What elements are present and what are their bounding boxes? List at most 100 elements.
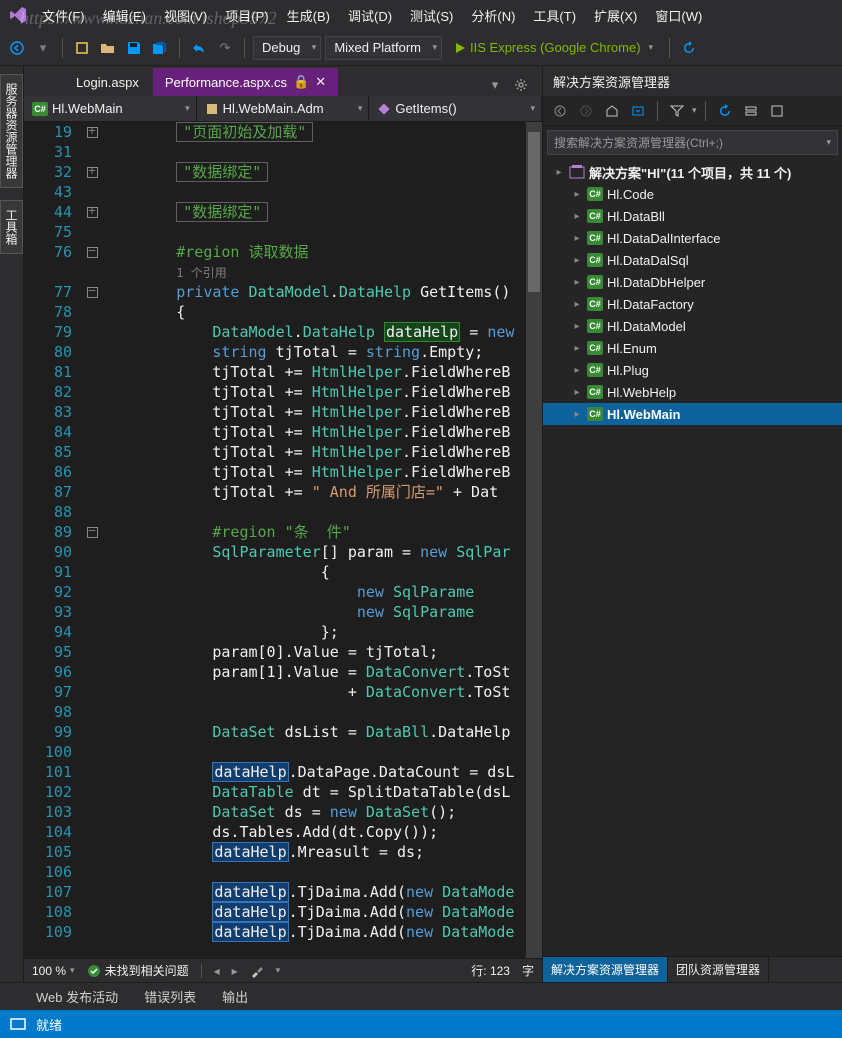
expander-icon[interactable]: ▸ <box>571 276 583 288</box>
solution-tree[interactable]: ▸ 解决方案"Hl"(11 个项目，共 11 个) ▸C#Hl.Code▸C#H… <box>543 159 842 956</box>
menu-view[interactable]: 视图(V) <box>156 2 215 29</box>
tab-performance-cs[interactable]: Performance.aspx.cs 🔒 ✕ <box>153 68 338 96</box>
nav-back-button[interactable] <box>6 37 28 59</box>
nav-class-selector[interactable]: Hl.WebMain.Adm <box>197 96 370 121</box>
save-button[interactable] <box>123 37 145 59</box>
close-tab-icon[interactable]: ✕ <box>315 74 326 90</box>
expander-icon[interactable]: ▸ <box>571 210 583 222</box>
brush-icon[interactable] <box>250 964 264 978</box>
nav-forward-button[interactable]: ▾ <box>32 37 54 59</box>
expander-icon[interactable]: ▸ <box>571 232 583 244</box>
project-node-hl-datadalinterface[interactable]: ▸C#Hl.DataDalInterface <box>543 227 842 249</box>
project-node-hl-code[interactable]: ▸C#Hl.Code <box>543 183 842 205</box>
tab-settings-button[interactable] <box>510 74 532 96</box>
expander-icon[interactable]: ▸ <box>571 364 583 376</box>
save-all-button[interactable] <box>149 37 171 59</box>
project-node-hl-plug[interactable]: ▸C#Hl.Plug <box>543 359 842 381</box>
project-label: Hl.DataDalSql <box>607 253 689 268</box>
project-node-hl-databll[interactable]: ▸C#Hl.DataBll <box>543 205 842 227</box>
nav-member-selector[interactable]: GetItems() <box>369 96 542 121</box>
tab-dropdown-button[interactable]: ▾ <box>484 74 506 96</box>
expander-icon[interactable]: ▸ <box>553 166 565 178</box>
code-content[interactable]: "页面初始及加载" "数据绑定" "数据绑定" #region 读取数据 1 个… <box>104 122 526 958</box>
csharp-project-icon: C# <box>587 209 603 223</box>
menu-tools[interactable]: 工具(T) <box>525 2 584 29</box>
config-selector[interactable]: Debug <box>253 36 321 60</box>
web-publish-tab[interactable]: Web 发布活动 <box>30 983 124 1010</box>
line-indicator[interactable]: 行: 123 <box>471 962 510 979</box>
menu-analyze[interactable]: 分析(N) <box>463 2 523 29</box>
platform-selector[interactable]: Mixed Platform <box>325 36 442 60</box>
menu-debug[interactable]: 调试(D) <box>340 2 400 29</box>
menu-build[interactable]: 生成(B) <box>279 2 338 29</box>
new-button[interactable] <box>71 37 93 59</box>
csharp-project-icon: C# <box>587 319 603 333</box>
menu-file[interactable]: 文件(F) <box>34 2 93 29</box>
nav-project-selector[interactable]: C# Hl.WebMain <box>24 96 197 121</box>
open-button[interactable] <box>97 37 119 59</box>
solution-search-input[interactable]: 搜索解决方案资源管理器(Ctrl+;) ▾ <box>547 130 838 155</box>
se-refresh-button[interactable] <box>714 100 736 122</box>
zoom-selector[interactable]: 100 %▾ <box>32 964 75 978</box>
issues-indicator[interactable]: 未找到相关问题 <box>87 962 189 979</box>
menu-project[interactable]: 项目(P) <box>217 2 276 29</box>
run-button[interactable]: IIS Express (Google Chrome) ▾ <box>446 37 661 59</box>
solution-root-node[interactable]: ▸ 解决方案"Hl"(11 个项目，共 11 个) <box>543 161 842 183</box>
expander-icon[interactable]: ▸ <box>571 386 583 398</box>
project-node-hl-datadbhelper[interactable]: ▸C#Hl.DataDbHelper <box>543 271 842 293</box>
main-toolbar: ▾ ↷ Debug Mixed Platform IIS Express (Go… <box>0 30 842 66</box>
code-editor[interactable]: 1931324344757677787980818283848586878889… <box>24 122 542 958</box>
menu-extensions[interactable]: 扩展(X) <box>586 2 645 29</box>
menu-bar: 文件(F) 编辑(E) 视图(V) 项目(P) 生成(B) 调试(D) 测试(S… <box>0 0 842 30</box>
fold-toggle[interactable]: ＋ <box>87 207 98 218</box>
se-forward-button[interactable] <box>575 100 597 122</box>
redo-button[interactable]: ↷ <box>214 37 236 59</box>
search-dropdown-icon[interactable]: ▾ <box>826 137 831 148</box>
se-sync-button[interactable] <box>627 100 649 122</box>
se-showall-button[interactable] <box>766 100 788 122</box>
se-home-button[interactable] <box>601 100 623 122</box>
expander-icon[interactable]: ▸ <box>571 298 583 310</box>
project-node-hl-webhelp[interactable]: ▸C#Hl.WebHelp <box>543 381 842 403</box>
expander-icon[interactable]: ▸ <box>571 408 583 420</box>
project-label: Hl.DataFactory <box>607 297 694 312</box>
error-nav-prev[interactable]: ◂ <box>214 964 220 978</box>
project-node-hl-datafactory[interactable]: ▸C#Hl.DataFactory <box>543 293 842 315</box>
se-filter-button[interactable] <box>666 100 688 122</box>
solution-explorer-tab[interactable]: 解决方案资源管理器 <box>543 957 668 982</box>
fold-toggle[interactable]: － <box>87 527 98 538</box>
project-node-hl-webmain[interactable]: ▸C#Hl.WebMain <box>543 403 842 425</box>
bottom-tool-tabs: Web 发布活动 错误列表 输出 <box>0 982 842 1010</box>
team-explorer-tab[interactable]: 团队资源管理器 <box>668 957 769 982</box>
class-icon <box>205 102 219 116</box>
tab-login-aspx[interactable]: Login.aspx <box>64 69 151 96</box>
csharp-project-icon: C# <box>587 363 603 377</box>
project-node-hl-datamodel[interactable]: ▸C#Hl.DataModel <box>543 315 842 337</box>
project-node-hl-datadalsql[interactable]: ▸C#Hl.DataDalSql <box>543 249 842 271</box>
output-tab[interactable]: 输出 <box>216 983 254 1010</box>
expander-icon[interactable]: ▸ <box>571 188 583 200</box>
se-collapse-button[interactable] <box>740 100 762 122</box>
se-back-button[interactable] <box>549 100 571 122</box>
fold-toggle[interactable]: ＋ <box>87 167 98 178</box>
col-indicator[interactable]: 字 <box>522 962 534 979</box>
expander-icon[interactable]: ▸ <box>571 342 583 354</box>
menu-test[interactable]: 测试(S) <box>402 2 461 29</box>
fold-toggle[interactable]: － <box>87 247 98 258</box>
fold-toggle[interactable]: ＋ <box>87 127 98 138</box>
project-node-hl-enum[interactable]: ▸C#Hl.Enum <box>543 337 842 359</box>
refresh-button[interactable] <box>678 37 700 59</box>
fold-toggle[interactable]: － <box>87 287 98 298</box>
undo-button[interactable] <box>188 37 210 59</box>
scrollbar-thumb[interactable] <box>528 132 540 292</box>
menu-window[interactable]: 窗口(W) <box>647 2 710 29</box>
expander-icon[interactable]: ▸ <box>571 254 583 266</box>
expander-icon[interactable]: ▸ <box>571 320 583 332</box>
editor-pane: Login.aspx Performance.aspx.cs 🔒 ✕ ▾ C# … <box>24 66 542 982</box>
vertical-scrollbar[interactable] <box>526 122 542 958</box>
toolbox-tab[interactable]: 工具箱 <box>0 200 23 254</box>
server-explorer-tab[interactable]: 服务器资源管理器 <box>0 74 23 188</box>
menu-edit[interactable]: 编辑(E) <box>95 2 154 29</box>
error-list-tab[interactable]: 错误列表 <box>138 983 202 1010</box>
error-nav-next[interactable]: ▸ <box>232 964 238 978</box>
